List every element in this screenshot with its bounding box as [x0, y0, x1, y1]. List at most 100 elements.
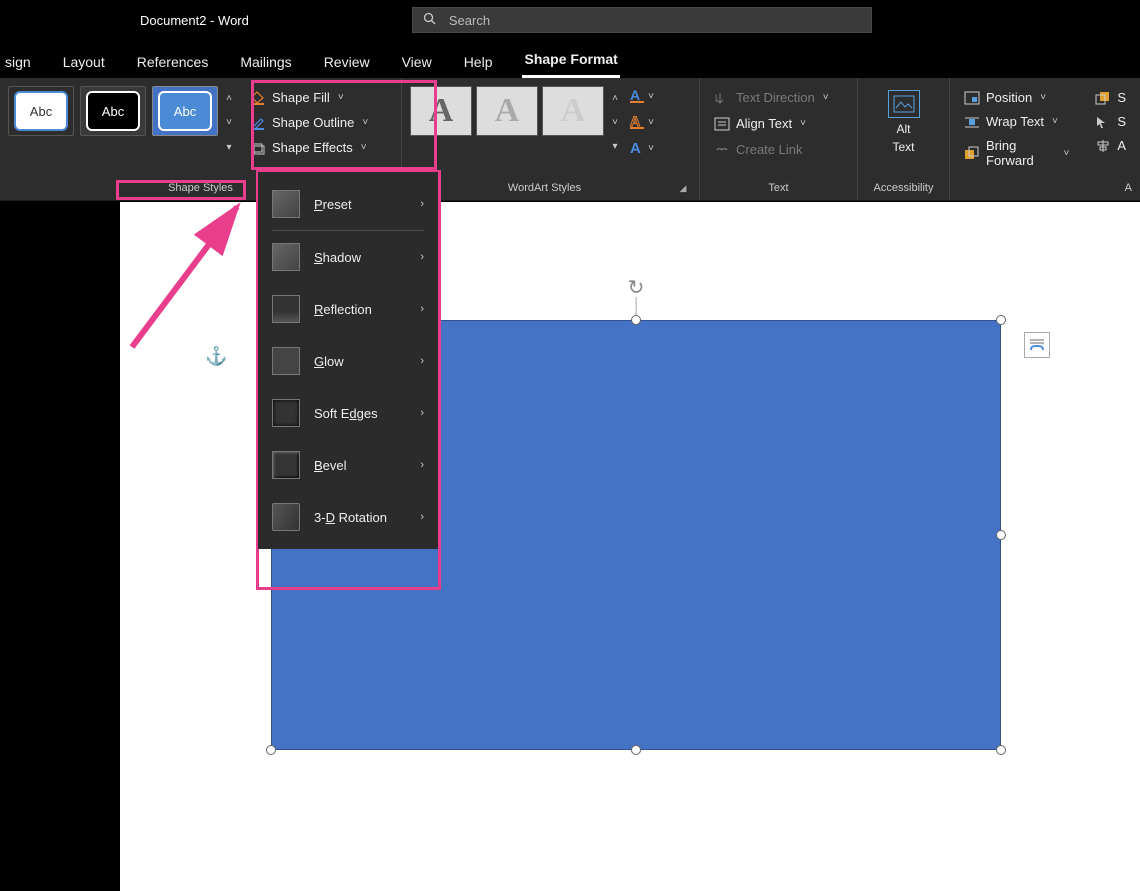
effects-glow[interactable]: Glow ›	[258, 335, 438, 387]
preset-icon	[272, 190, 300, 218]
shadow-icon	[272, 243, 300, 271]
wordart-gallery: A A A	[410, 86, 604, 158]
shape-style-thumb-1[interactable]: Abc	[8, 86, 74, 136]
text-effects-button[interactable]: A˅	[628, 138, 654, 158]
svg-text:A: A	[630, 114, 640, 129]
svg-text:A: A	[630, 88, 640, 103]
reflection-icon	[272, 295, 300, 323]
bring-forward-button[interactable]: Bring Forward˅	[958, 134, 1075, 172]
svg-text:l: l	[715, 94, 717, 105]
bring-forward-icon	[964, 146, 980, 160]
text-outline-button[interactable]: A˅	[628, 112, 654, 132]
effects-preset[interactable]: Preset ›	[258, 178, 438, 230]
wrap-icon	[964, 115, 980, 129]
effects-icon	[250, 141, 266, 155]
wordart-thumb-1[interactable]: A	[410, 86, 472, 136]
text-fill-column: A˅ A˅ A˅	[628, 86, 654, 158]
wordart-thumb-2[interactable]: A	[476, 86, 538, 136]
title-bar: Document2 - Word Search	[0, 0, 1140, 40]
position-icon	[964, 91, 980, 105]
wordart-down[interactable]: ˅	[606, 110, 624, 134]
selection-pane-button[interactable]: S	[1089, 110, 1132, 133]
soft-edges-icon	[272, 399, 300, 427]
resize-handle-t[interactable]	[631, 315, 641, 325]
alt-text-button[interactable]: Alt Text	[866, 86, 941, 158]
group-wordart-styles: A A A ˄ ˅ ▾ A˅ A˅ A˅ WordArt Styles ◢	[402, 78, 700, 200]
tab-mailings[interactable]: Mailings	[238, 46, 293, 78]
gallery-down[interactable]: ˅	[220, 111, 238, 135]
group-label-text: Text	[708, 182, 849, 198]
gallery-more[interactable]: ▾	[220, 135, 238, 159]
resize-handle-br[interactable]	[996, 745, 1006, 755]
tab-shape-format[interactable]: Shape Format	[522, 43, 619, 78]
shape-style-thumb-2[interactable]: Abc	[80, 86, 146, 136]
text-direction-button: l Text Direction˅	[708, 86, 849, 109]
pen-icon	[250, 116, 266, 130]
position-button[interactable]: Position˅	[958, 86, 1075, 109]
resize-handle-b[interactable]	[631, 745, 641, 755]
wrap-text-button[interactable]: Wrap Text˅	[958, 110, 1075, 133]
send-backward-button[interactable]: S	[1089, 86, 1132, 109]
tab-help[interactable]: Help	[462, 46, 495, 78]
shape-fill-button[interactable]: Shape Fill˅	[244, 86, 374, 109]
wordart-up[interactable]: ˄	[606, 86, 624, 110]
rotation-handle[interactable]: ↻	[628, 275, 645, 300]
tab-view[interactable]: View	[400, 46, 434, 78]
effects-reflection[interactable]: Reflection ›	[258, 283, 438, 335]
align-button[interactable]: A	[1089, 134, 1132, 157]
chevron-right-icon: ›	[420, 459, 424, 471]
text-direction-icon: l	[714, 91, 730, 105]
chevron-right-icon: ›	[420, 198, 424, 210]
rotation-3d-icon	[272, 503, 300, 531]
effects-bevel[interactable]: Bevel ›	[258, 439, 438, 491]
glow-icon	[272, 347, 300, 375]
anchor-icon: ⚓	[205, 346, 227, 367]
resize-handle-tr[interactable]	[996, 315, 1006, 325]
resize-handle-bl[interactable]	[266, 745, 276, 755]
chevron-right-icon: ›	[420, 407, 424, 419]
text-fill-button[interactable]: A˅	[628, 86, 654, 106]
chevron-down-icon: ˅	[361, 142, 367, 153]
create-link-button: Create Link	[708, 138, 849, 161]
dialog-launcher-icon[interactable]: ◢	[677, 182, 689, 194]
bucket-icon	[250, 91, 266, 105]
group-text: l Text Direction˅ Align Text˅ Create Lin…	[700, 78, 858, 200]
effects-shadow[interactable]: Shadow ›	[258, 231, 438, 283]
shape-effects-button[interactable]: Shape Effects˅	[244, 136, 374, 159]
effects-3d-rotation[interactable]: 3-D Rotation ›	[258, 491, 438, 543]
chevron-down-icon: ˅	[362, 117, 368, 128]
group-arrange: Position˅ Wrap Text˅ Bring Forward˅ S S …	[950, 78, 1140, 200]
shape-style-thumb-3[interactable]: Abc	[152, 86, 218, 136]
chevron-right-icon: ›	[420, 251, 424, 263]
layout-options-button[interactable]	[1024, 332, 1050, 358]
align-text-icon	[714, 117, 730, 131]
tab-references[interactable]: References	[135, 46, 211, 78]
tab-design[interactable]: sign	[3, 46, 33, 78]
gallery-spinner: ˄ ˅ ▾	[220, 86, 238, 159]
tab-layout[interactable]: Layout	[61, 46, 107, 78]
document-title: Document2 - Word	[140, 13, 249, 28]
wordart-thumb-3[interactable]: A	[542, 86, 604, 136]
align-text-button[interactable]: Align Text˅	[708, 112, 849, 135]
gallery-up[interactable]: ˄	[220, 86, 238, 110]
search-placeholder: Search	[449, 13, 490, 28]
svg-text:A: A	[630, 140, 641, 156]
selection-icon	[1095, 115, 1111, 129]
search-icon	[423, 12, 437, 29]
chevron-right-icon: ›	[420, 511, 424, 523]
wordart-spinner: ˄ ˅ ▾	[606, 86, 624, 158]
shape-outline-button[interactable]: Shape Outline˅	[244, 111, 374, 134]
chevron-down-icon: ˅	[338, 92, 344, 103]
ribbon: Abc Abc Abc ˄ ˅ ▾ Shape Fill˅ Shape Outl…	[0, 78, 1140, 201]
align-icon	[1095, 139, 1111, 153]
bevel-icon	[272, 451, 300, 479]
tab-review[interactable]: Review	[322, 46, 372, 78]
search-box[interactable]: Search	[412, 7, 872, 33]
group-label-arrange: A	[958, 182, 1132, 198]
wordart-more[interactable]: ▾	[606, 134, 624, 158]
effects-soft-edges[interactable]: Soft Edges ›	[258, 387, 438, 439]
shape-commands: Shape Fill˅ Shape Outline˅ Shape Effects…	[244, 86, 374, 159]
group-label-accessibility: Accessibility	[866, 182, 941, 198]
resize-handle-r[interactable]	[996, 530, 1006, 540]
group-accessibility: Alt Text Accessibility	[858, 78, 950, 200]
